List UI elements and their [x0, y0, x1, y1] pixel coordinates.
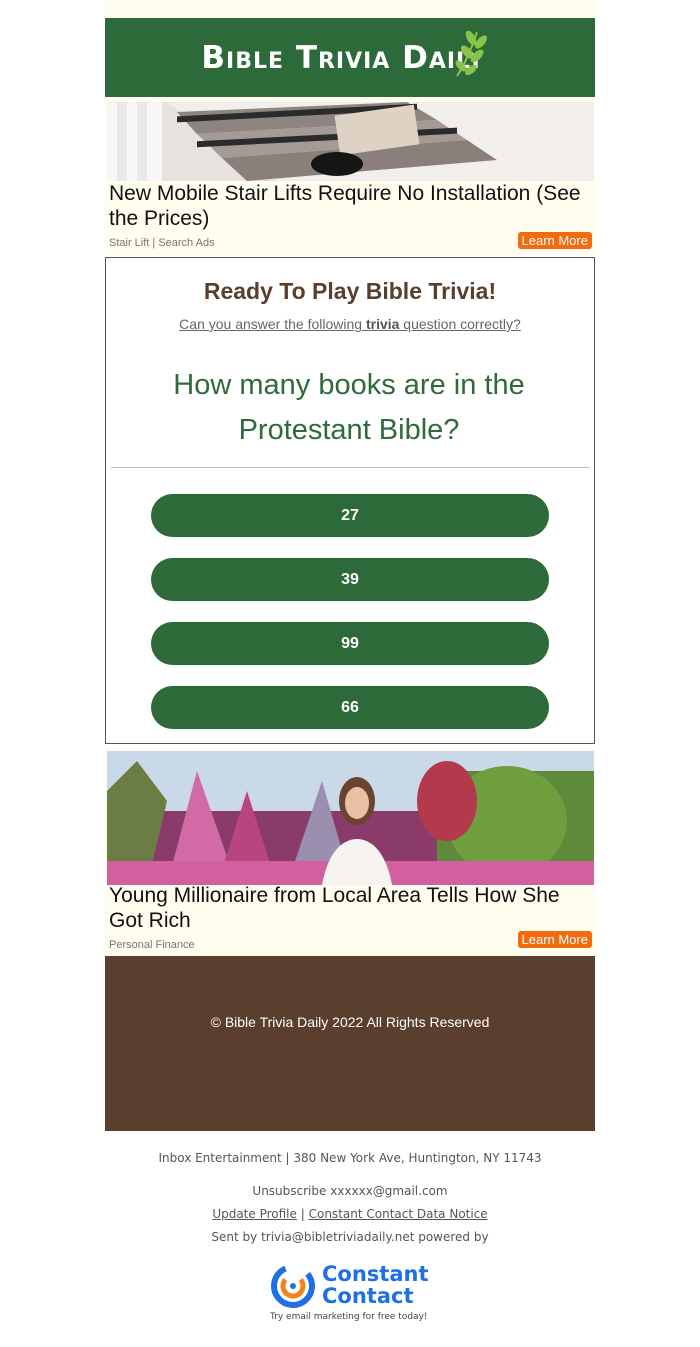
subtitle-part: Can you answer the following — [179, 316, 366, 332]
answer-button[interactable]: 66 — [151, 686, 549, 729]
update-profile-link[interactable]: Update Profile — [212, 1207, 297, 1221]
ad-headline[interactable]: New Mobile Stair Lifts Require No Instal… — [109, 181, 589, 231]
ad-headline[interactable]: Young Millionaire from Local Area Tells … — [109, 883, 589, 933]
card-subtitle-link[interactable]: Can you answer the following trivia ques… — [106, 316, 594, 332]
answer-button[interactable]: 39 — [151, 558, 549, 601]
divider — [111, 467, 589, 468]
learn-more-button[interactable]: Learn More — [517, 931, 592, 948]
ad-source: Stair Lift | Search Ads — [109, 237, 215, 249]
ad-finance[interactable]: Young Millionaire from Local Area Tells … — [105, 748, 595, 956]
address-line: Inbox Entertainment | 380 New York Ave, … — [158, 1151, 542, 1165]
header-banner[interactable]: Bible Trivia Daily — [105, 18, 595, 97]
learn-more-button[interactable]: Learn More — [517, 232, 592, 249]
link-separator: | — [300, 1207, 305, 1221]
ad-source: Personal Finance — [109, 939, 195, 951]
subtitle-part: question correctly? — [399, 316, 521, 332]
ad-stair-lift[interactable]: New Mobile Stair Lifts Require No Instal… — [105, 97, 595, 255]
subtitle-bold: trivia — [365, 316, 400, 332]
top-band — [105, 0, 595, 18]
constant-contact-logo[interactable]: Constant Contact Try email marketing for… — [270, 1262, 440, 1324]
constant-contact-icon — [271, 1264, 315, 1308]
data-notice-link[interactable]: Constant Contact Data Notice — [309, 1207, 488, 1221]
card-title: Ready To Play Bible Trivia! — [203, 278, 497, 304]
garden-image — [107, 751, 594, 885]
answer-button[interactable]: 27 — [151, 494, 549, 537]
question-text: How many books are in the Protestant Bib… — [173, 369, 525, 446]
sent-by-line: Sent by trivia@bibletriviadaily.net powe… — [211, 1230, 489, 1244]
unsubscribe-link[interactable]: Unsubscribe xxxxxx@gmail.com — [0, 1184, 700, 1198]
trivia-card: Ready To Play Bible Trivia! Can you answ… — [105, 257, 595, 744]
copyright-text: © Bible Trivia Daily 2022 All Rights Res… — [210, 1014, 490, 1030]
cc-tagline[interactable]: Try email marketing for free today! — [270, 1312, 428, 1322]
answer-button[interactable]: 99 — [151, 622, 549, 665]
ad-image-garden[interactable] — [107, 751, 594, 885]
ad-image-stairs[interactable] — [107, 102, 594, 181]
stairs-image — [107, 102, 594, 181]
cc-logo-text: Constant Contact — [322, 1262, 429, 1308]
brand-logo-text: Bible Trivia Daily — [201, 39, 485, 76]
olive-branch-icon — [455, 30, 487, 77]
copyright-footer: © Bible Trivia Daily 2022 All Rights Res… — [105, 956, 595, 1131]
profile-links: Update Profile | Constant Contact Data N… — [0, 1207, 700, 1221]
